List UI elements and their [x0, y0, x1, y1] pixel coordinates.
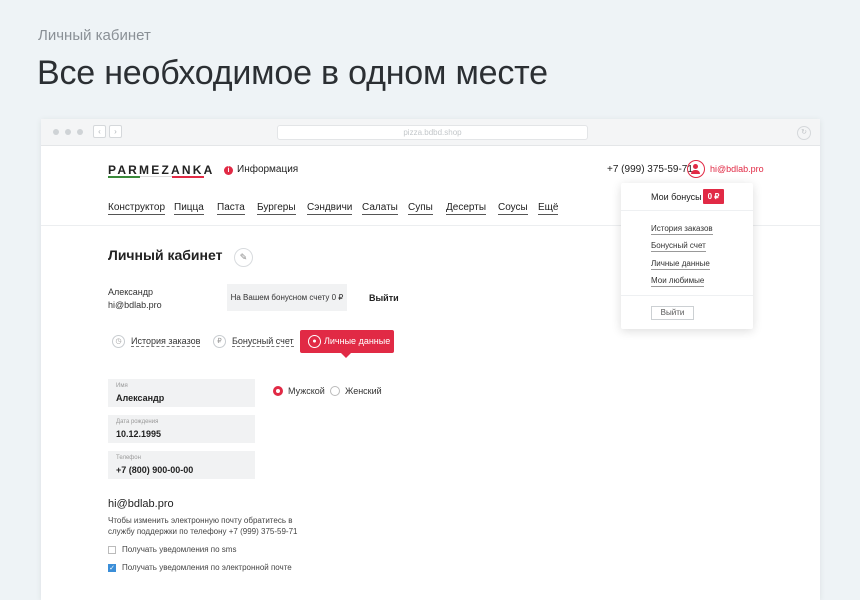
menu-item[interactable]: Пицца	[174, 202, 204, 215]
field-label: Имя	[116, 383, 128, 389]
bonus-title: Мои бонусы	[651, 192, 702, 202]
dropdown-item-order-history[interactable]: История заказов	[651, 224, 713, 235]
menu-item[interactable]: Бургеры	[257, 202, 296, 215]
birthdate-field[interactable]: Дата рождения 10.12.1995	[108, 415, 255, 443]
section-caption: Личный кабинет	[38, 27, 151, 44]
user-icon: ●	[308, 335, 321, 348]
field-label: Телефон	[116, 455, 141, 461]
bonus-badge: 0 ₽	[703, 189, 724, 204]
field-label: Дата рождения	[116, 419, 159, 425]
page-headline: Все необходимое в одном месте	[37, 54, 548, 92]
checkbox-box	[108, 546, 116, 554]
dropdown-item-personal-data[interactable]: Личные данные	[651, 259, 710, 270]
menu-item[interactable]: Паста	[217, 202, 245, 215]
menu-item[interactable]: Сэндвичи	[307, 202, 353, 215]
refresh-icon[interactable]: ↻	[797, 126, 811, 140]
info-link-label: Информация	[237, 164, 299, 175]
email-change-note: Чтобы изменить электронную почту обратит…	[108, 516, 298, 536]
info-icon: i	[224, 166, 233, 175]
tab-label: Бонусный счет	[232, 336, 294, 347]
dropdown-item-favorites[interactable]: Мои любимые	[651, 276, 705, 287]
forward-icon[interactable]: ›	[109, 125, 122, 138]
user-icon[interactable]	[687, 160, 705, 178]
phone-field[interactable]: Телефон +7 (800) 900-00-00	[108, 451, 255, 479]
radio-label: Женский	[345, 386, 382, 396]
menu-item[interactable]: Десерты	[446, 202, 487, 215]
profile-email: hi@bdlab.pro	[108, 498, 174, 510]
window-dot[interactable]	[77, 129, 83, 135]
account-email: hi@bdlab.pro	[108, 300, 162, 310]
name-field[interactable]: Имя Александр	[108, 379, 255, 407]
header-user-email[interactable]: hi@bdlab.pro	[710, 164, 764, 174]
window-dot[interactable]	[65, 129, 71, 135]
logo-flag-bar	[108, 176, 204, 178]
browser-toolbar: ‹ › pizza.bdbd.shop ↻	[41, 119, 820, 146]
radio-dot	[330, 386, 340, 396]
menu-item[interactable]: Супы	[408, 202, 433, 215]
user-dropdown-menu: Мои бонусы 0 ₽ История заказов Бонусный …	[621, 183, 753, 329]
dropdown-logout-button[interactable]: Выйти	[651, 306, 694, 320]
window-dot[interactable]	[53, 129, 59, 135]
site-logo[interactable]: PARMEZANKA	[108, 163, 214, 177]
logout-link[interactable]: Выйти	[369, 293, 399, 303]
ruble-icon: ₽	[213, 335, 226, 348]
checkbox-label: Получать уведомления по электронной почт…	[122, 563, 292, 572]
pencil-icon[interactable]: ✎	[234, 248, 253, 267]
header-phone[interactable]: +7 (999) 375-59-71	[607, 164, 693, 175]
check-icon: ✓	[108, 564, 116, 572]
dropdown-item-bonus-account[interactable]: Бонусный счет	[651, 241, 706, 252]
divider	[621, 295, 753, 296]
clock-icon: ◷	[112, 335, 125, 348]
menu-item[interactable]: Конструктор	[108, 202, 166, 215]
checkbox-label: Получать уведомления по sms	[122, 545, 237, 554]
account-name: Александр	[108, 287, 154, 297]
browser-window: ‹ › pizza.bdbd.shop ↻ PARMEZANKA i Информ…	[41, 119, 820, 600]
radio-label: Мужской	[288, 386, 325, 396]
field-value: +7 (800) 900-00-00	[116, 465, 194, 475]
tab-personal-data[interactable]: ● Личные данные	[300, 330, 394, 358]
address-bar[interactable]: pizza.bdbd.shop	[277, 125, 588, 140]
back-icon[interactable]: ‹	[93, 125, 106, 138]
bonus-balance: На Вашем бонусном счету 0 ₽	[227, 284, 347, 311]
radio-dot	[273, 386, 283, 396]
menu-item[interactable]: Соусы	[498, 202, 528, 215]
tab-label: История заказов	[131, 336, 201, 347]
menu-item[interactable]: Ещё	[538, 202, 559, 215]
menu-item[interactable]: Салаты	[362, 202, 398, 215]
tab-label: Личные данные	[324, 336, 391, 346]
info-link[interactable]: i Информация	[224, 164, 298, 175]
page-title: Личный кабинет	[108, 247, 223, 263]
field-value: 10.12.1995	[116, 429, 162, 439]
divider	[621, 210, 753, 211]
field-value: Александр	[116, 393, 165, 403]
